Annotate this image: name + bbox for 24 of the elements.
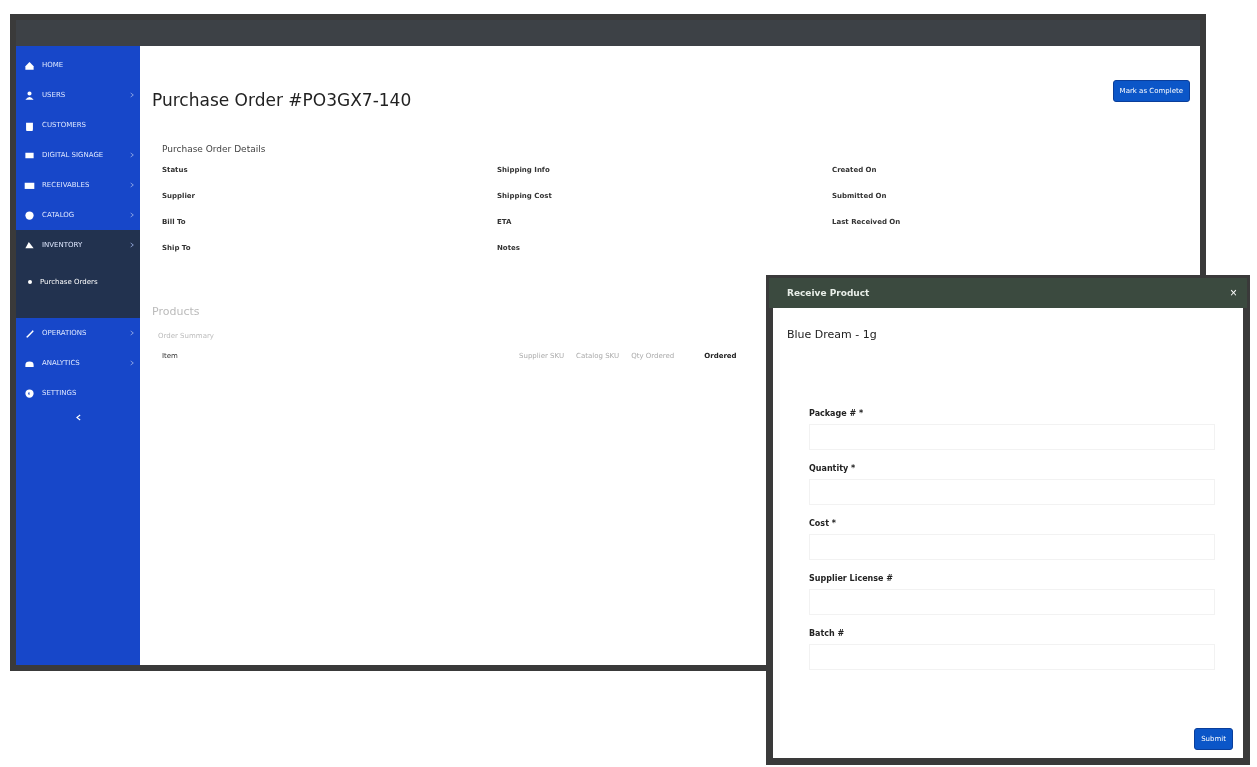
section-heading: Products (152, 305, 201, 318)
chevron-icon (130, 330, 134, 336)
collapse-icon[interactable] (75, 414, 81, 421)
menu-item-icon (24, 59, 35, 71)
close-button[interactable]: × (1228, 286, 1239, 300)
chevron-icon (130, 152, 134, 158)
menu-item-icon (24, 89, 35, 101)
menu-item-icon (24, 209, 35, 221)
chevron-icon (130, 360, 134, 366)
field-label: Quantity * (809, 464, 857, 473)
modal-title: Receive Product (787, 288, 870, 298)
field-label: Cost * (809, 519, 837, 528)
bullet-icon (28, 280, 32, 284)
chevron-icon (130, 212, 134, 218)
product-name: Blue Dream - 1g (787, 328, 878, 341)
section-heading: Purchase Order Details (162, 144, 267, 154)
page-title: Purchase Order #PO3GX7-140 (152, 90, 412, 110)
field-label: Supplier License # (809, 574, 894, 583)
field-label: Batch # (809, 629, 846, 638)
menu-item-icon (24, 387, 35, 399)
chevron-icon (130, 182, 134, 188)
field-label: Package # * (809, 409, 865, 418)
chevron-icon (130, 92, 134, 98)
chevron-icon (130, 242, 134, 248)
